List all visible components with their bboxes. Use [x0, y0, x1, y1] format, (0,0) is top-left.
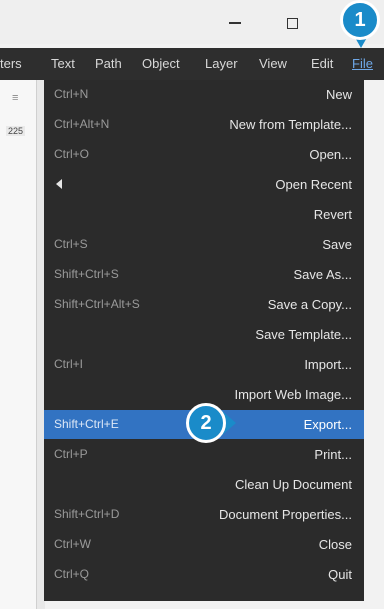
- minimize-button[interactable]: [215, 6, 255, 40]
- file-menu-dropdown: Ctrl+N New Ctrl+Alt+N New from Template.…: [44, 80, 364, 601]
- menu-path[interactable]: Path: [95, 48, 122, 80]
- shortcut-label: Ctrl+P: [54, 447, 88, 461]
- shortcut-label: Ctrl+N: [54, 87, 89, 101]
- menu-item-label: Document Properties...: [219, 507, 352, 522]
- menu-item-label: Close: [318, 537, 352, 552]
- menu-item-label: Save As...: [293, 267, 352, 282]
- menu-item-new-from-template[interactable]: Ctrl+Alt+N New from Template...: [44, 110, 364, 139]
- menu-item-label: Open Recent: [275, 177, 352, 192]
- menu-filters[interactable]: ters: [0, 48, 22, 80]
- menu-item-label: Save: [322, 237, 352, 252]
- menu-item-import[interactable]: Ctrl+I Import...: [44, 350, 364, 379]
- minimize-icon: [229, 22, 241, 24]
- menu-item-label: New from Template...: [229, 117, 352, 132]
- shortcut-label: Shift+Ctrl+S: [54, 267, 119, 281]
- menu-item-open-recent[interactable]: Open Recent: [44, 170, 364, 199]
- menu-item-revert[interactable]: Revert: [44, 200, 364, 229]
- menu-item-save-a-copy[interactable]: Shift+Ctrl+Alt+S Save a Copy...: [44, 290, 364, 319]
- shortcut-label: Ctrl+I: [54, 357, 84, 371]
- callout-step-2: 2: [186, 403, 226, 443]
- menu-edit[interactable]: Edit: [311, 48, 333, 80]
- menu-item-label: New: [325, 87, 352, 102]
- title-bar: [0, 0, 384, 44]
- menu-item-label: Revert: [313, 207, 352, 222]
- menu-item-label: Export...: [303, 417, 352, 432]
- ruler-number: 225: [6, 126, 26, 136]
- maximize-icon: [286, 17, 298, 29]
- shortcut-label: Shift+Ctrl+Alt+S: [54, 297, 140, 311]
- menu-object[interactable]: Object: [142, 48, 180, 80]
- menu-item-print[interactable]: Ctrl+P Print...: [44, 440, 364, 469]
- menu-item-label: Import...: [304, 357, 352, 372]
- menu-view[interactable]: View: [259, 48, 287, 80]
- menu-item-label: Quit: [328, 567, 352, 582]
- menu-item-label: Print...: [314, 447, 352, 462]
- shortcut-label: Ctrl+S: [54, 237, 88, 251]
- shortcut-label: Ctrl+W: [54, 537, 91, 551]
- menu-item-new[interactable]: Ctrl+N New: [44, 80, 364, 109]
- shortcut-label: Shift+Ctrl+E: [54, 417, 119, 431]
- shortcut-label: Shift+Ctrl+D: [54, 507, 120, 521]
- menu-item-save[interactable]: Ctrl+S Save: [44, 230, 364, 259]
- submenu-arrow-icon: [56, 179, 62, 189]
- app-window: ters Text Path Object Layer View Edit Fi…: [0, 0, 384, 609]
- shortcut-label: Ctrl+O: [54, 147, 90, 161]
- menu-item-document-properties[interactable]: Shift+Ctrl+D Document Properties...: [44, 500, 364, 529]
- menu-item-quit[interactable]: Ctrl+Q Quit: [44, 560, 364, 589]
- menu-file[interactable]: File: [352, 48, 373, 80]
- menu-item-label: Open...: [309, 147, 352, 162]
- menu-item-label: Save a Copy...: [267, 297, 352, 312]
- shortcut-label: Ctrl+Alt+N: [54, 117, 110, 131]
- menu-item-label: Save Template...: [255, 327, 352, 342]
- maximize-button[interactable]: [272, 6, 312, 40]
- tool-icon[interactable]: ≡: [12, 92, 26, 106]
- menu-layer[interactable]: Layer: [205, 48, 238, 80]
- menu-item-label: Import Web Image...: [234, 387, 352, 402]
- callout-step-1: 1: [340, 0, 380, 40]
- menu-item-save-template[interactable]: Save Template...: [44, 320, 364, 349]
- menu-item-save-as[interactable]: Shift+Ctrl+S Save As...: [44, 260, 364, 289]
- menu-bar: ters Text Path Object Layer View Edit Fi…: [0, 48, 384, 80]
- menu-item-label: Clean Up Document: [234, 477, 352, 492]
- menu-item-close[interactable]: Ctrl+W Close: [44, 530, 364, 559]
- menu-item-open[interactable]: Ctrl+O Open...: [44, 140, 364, 169]
- menu-text[interactable]: Text: [51, 48, 75, 80]
- shortcut-label: Ctrl+Q: [54, 567, 90, 581]
- menu-item-clean-up-document[interactable]: Clean Up Document: [44, 470, 364, 499]
